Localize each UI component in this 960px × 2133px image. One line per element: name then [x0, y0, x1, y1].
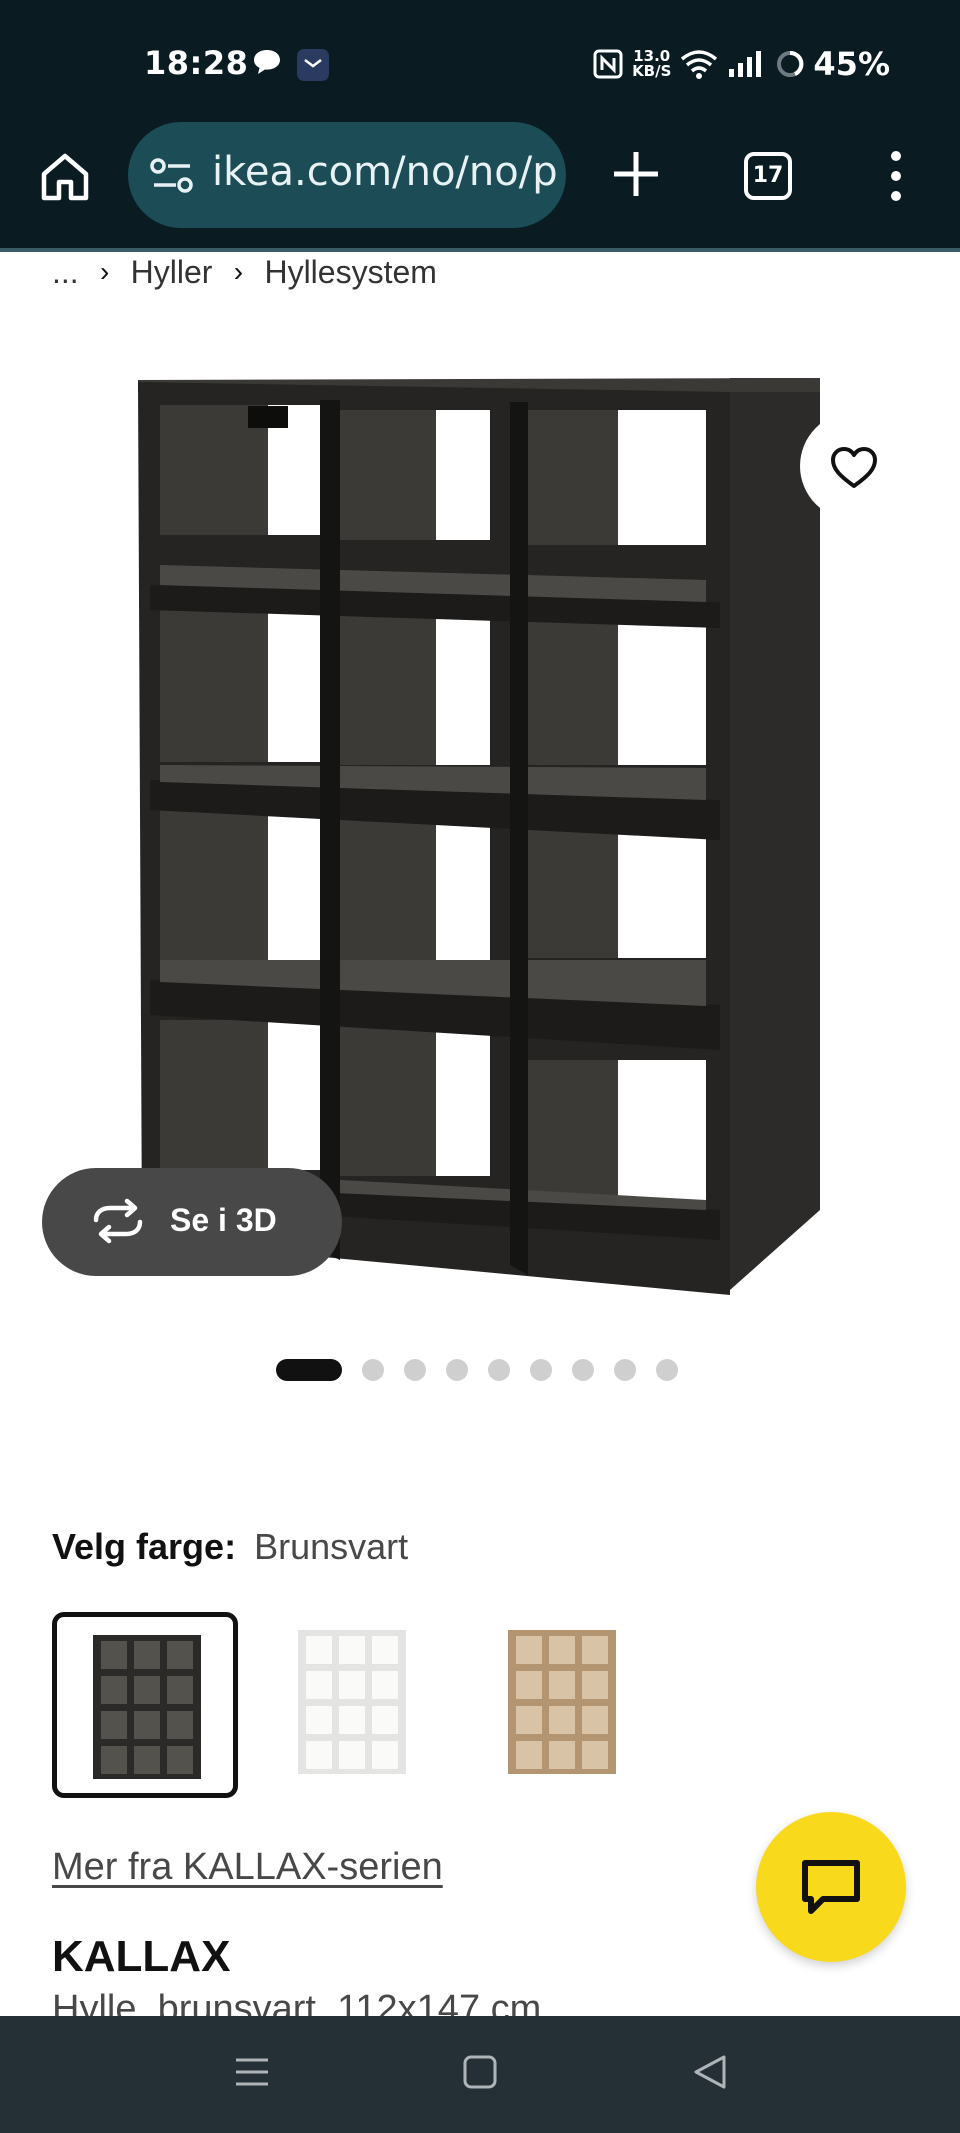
view-3d-label: Se i 3D: [170, 1202, 277, 1238]
favorite-button[interactable]: [800, 412, 908, 520]
tab-count-button[interactable]: 17: [744, 152, 792, 200]
color-label: Velg farge:: [52, 1526, 237, 1567]
chat-icon: [802, 1860, 860, 1914]
network-speed: 13.0 KB/S: [632, 47, 672, 80]
back-icon[interactable]: [692, 2054, 728, 2090]
site-settings-icon[interactable]: [150, 158, 194, 194]
chevron-right-icon: ›: [100, 256, 110, 287]
selected-color-value: Brunsvart: [254, 1526, 409, 1567]
breadcrumb-item[interactable]: Hyllesystem: [264, 254, 436, 291]
carousel-dot[interactable]: [488, 1359, 510, 1381]
color-chooser-heading: Velg farge: Brunsvart: [52, 1526, 408, 1568]
nfc-icon: [593, 49, 623, 79]
color-swatch-oak[interactable]: [472, 1612, 658, 1798]
carousel-dot[interactable]: [530, 1359, 552, 1381]
carousel-dot[interactable]: [404, 1359, 426, 1381]
status-right-group: 13.0 KB/S 45%: [592, 40, 890, 88]
status-bar: 18:28 13.0 KB/S 45%: [0, 0, 960, 122]
color-swatch-white[interactable]: [262, 1612, 448, 1798]
heart-icon: [831, 447, 877, 488]
battery-icon: [777, 51, 804, 77]
color-swatch-brunsvart[interactable]: [52, 1612, 238, 1798]
shelf-thumbnail: [508, 1630, 616, 1774]
mail-notification-icon: [297, 49, 329, 81]
url-text: ikea.com/no/no/p: [212, 149, 558, 195]
shelf-thumbnail: [93, 1635, 201, 1779]
recent-apps-icon[interactable]: [234, 2054, 270, 2090]
chevron-right-icon: ›: [233, 256, 244, 287]
browser-toolbar: ikea.com/no/no/p 17: [0, 122, 960, 250]
status-time: 18:28: [144, 44, 249, 82]
shelf-thumbnail: [298, 1630, 406, 1774]
product-name: KALLAX: [52, 1932, 231, 1981]
system-navigation-bar: [0, 2016, 960, 2133]
breadcrumb: ... › Hyller › Hyllesystem: [52, 250, 437, 294]
series-link[interactable]: Mer fra KALLAX-serien: [52, 1846, 443, 1889]
url-bar[interactable]: ikea.com/no/no/p: [128, 122, 566, 228]
wifi-icon: [681, 50, 718, 79]
signal-icon: [729, 51, 762, 77]
carousel-dot[interactable]: [656, 1359, 678, 1381]
carousel-dot[interactable]: [446, 1359, 468, 1381]
rotate-3d-icon: [93, 1198, 143, 1244]
home-nav-icon[interactable]: [462, 2054, 498, 2090]
chat-button[interactable]: [756, 1812, 906, 1962]
carousel-dot[interactable]: [572, 1359, 594, 1381]
battery-percent: 45%: [813, 45, 890, 83]
menu-dots-icon[interactable]: [882, 150, 910, 202]
plus-icon[interactable]: [610, 148, 662, 200]
home-icon[interactable]: [36, 148, 94, 206]
view-3d-button[interactable]: Se i 3D: [42, 1168, 342, 1276]
chat-bubble-icon: [254, 50, 280, 74]
carousel-dot[interactable]: [614, 1359, 636, 1381]
breadcrumb-ellipsis[interactable]: ...: [52, 254, 79, 291]
carousel-dot-active[interactable]: [276, 1359, 342, 1381]
carousel-dot[interactable]: [362, 1359, 384, 1381]
breadcrumb-item[interactable]: Hyller: [131, 254, 213, 291]
image-carousel-dots: [276, 1358, 678, 1382]
